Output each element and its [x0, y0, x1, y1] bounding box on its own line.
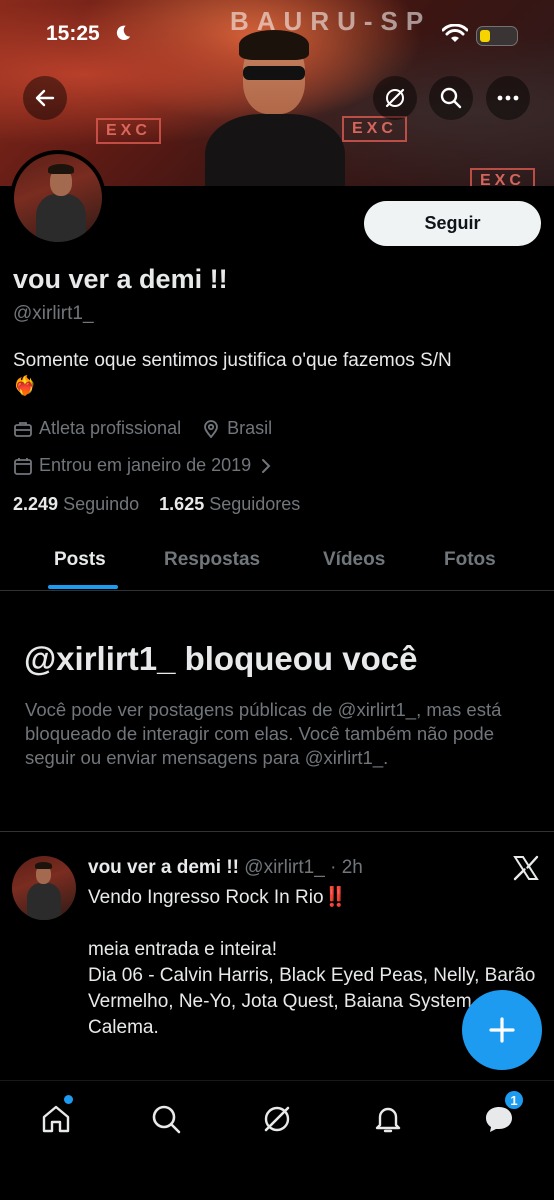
profile-avatar[interactable] — [10, 150, 106, 246]
display-name: vou ver a demi !! — [13, 264, 228, 294]
grok-button[interactable] — [373, 76, 417, 120]
home-notification-dot — [64, 1095, 73, 1104]
followers-link[interactable]: 1.625 Seguidores — [159, 494, 300, 514]
profile-bio: Somente oque sentimos justifica o'que fa… — [13, 348, 543, 400]
profile-handle: @xirlirt1_ — [13, 303, 94, 324]
banner-person — [205, 30, 345, 186]
home-icon — [42, 1105, 70, 1133]
post-time: · 2h — [330, 857, 363, 878]
nav-home[interactable] — [36, 1095, 76, 1139]
nav-search[interactable] — [146, 1099, 186, 1139]
tab-videos[interactable]: Vídeos — [323, 549, 385, 571]
arrow-left-icon — [35, 89, 55, 107]
more-icon — [497, 95, 519, 101]
grok-icon — [264, 1106, 290, 1132]
bell-icon — [375, 1107, 401, 1133]
more-button[interactable] — [486, 76, 530, 120]
nav-grok[interactable] — [257, 1099, 297, 1139]
search-icon — [440, 87, 462, 109]
active-tab-indicator — [48, 585, 118, 589]
x-logo-icon — [513, 855, 539, 881]
briefcase-icon — [14, 421, 32, 437]
followers-count: 1.625 — [159, 494, 205, 514]
battery-icon — [476, 26, 518, 46]
status-time: 15:25 — [46, 22, 100, 45]
post-header: vou ver a demi !! @xirlirt1_ · 2h — [88, 857, 363, 879]
profile-meta-row: Atleta profissional Brasil — [13, 418, 272, 439]
post-avatar[interactable] — [12, 856, 76, 920]
profile-tabs: Posts Respostas Vídeos Fotos — [0, 535, 554, 591]
tab-photos[interactable]: Fotos — [444, 549, 496, 571]
following-count: 2.249 — [13, 494, 59, 514]
post-author-handle[interactable]: @xirlirt1_ — [244, 857, 325, 878]
grok-icon — [385, 88, 405, 108]
messages-badge: 1 — [503, 1089, 525, 1111]
status-bar: 15:25 — [0, 22, 554, 52]
banner-sign: EXC — [96, 118, 161, 144]
banner-sign: EXC — [470, 168, 535, 186]
follow-counts: 2.249 Seguindo 1.625 Seguidores — [13, 494, 300, 515]
divider — [0, 831, 554, 832]
tab-posts[interactable]: Posts — [54, 549, 106, 571]
bottom-navigation: 1 — [0, 1080, 554, 1200]
bio-emoji: ❤️‍🔥 — [13, 376, 37, 397]
chevron-right-icon — [262, 458, 271, 473]
bio-text: Somente oque sentimos justifica o'que fa… — [13, 350, 452, 371]
calendar-icon — [14, 457, 32, 475]
compose-button[interactable] — [462, 990, 542, 1070]
joined-row[interactable]: Entrou em janeiro de 2019 — [13, 455, 281, 476]
follow-button[interactable]: Seguir — [364, 201, 541, 246]
nav-messages[interactable]: 1 — [479, 1089, 525, 1139]
post-author-name[interactable]: vou ver a demi !! — [88, 857, 239, 878]
tab-replies[interactable]: Respostas — [164, 549, 260, 571]
following-link[interactable]: 2.249 Seguindo — [13, 494, 144, 514]
wifi-icon — [442, 24, 468, 42]
blocked-message: Você pode ver postagens públicas de @xir… — [25, 699, 502, 768]
location-text: Brasil — [227, 418, 273, 438]
location-icon — [204, 419, 218, 438]
moon-icon — [116, 25, 131, 41]
following-label: Seguindo — [63, 494, 140, 514]
plus-icon — [489, 1017, 515, 1043]
profession-text: Atleta profissional — [39, 418, 182, 438]
search-icon — [152, 1105, 181, 1134]
back-button[interactable] — [23, 76, 67, 120]
joined-text: Entrou em janeiro de 2019 — [39, 455, 252, 475]
blocked-title: @xirlirt1_ bloqueou você — [24, 640, 418, 677]
followers-label: Seguidores — [209, 494, 301, 514]
search-button[interactable] — [429, 76, 473, 120]
nav-notifications[interactable] — [368, 1099, 408, 1139]
